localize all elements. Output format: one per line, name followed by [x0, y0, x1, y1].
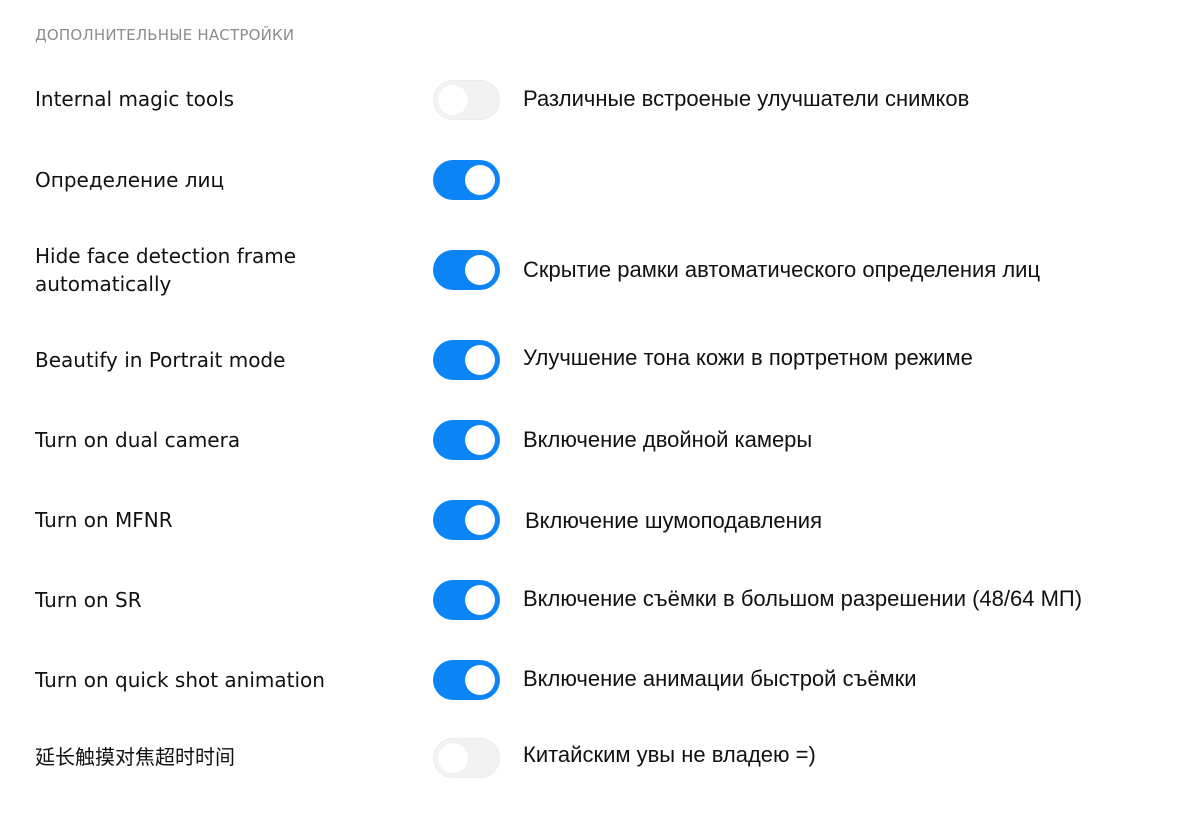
setting-label: Beautify in Portrait mode	[35, 348, 286, 372]
setting-row-hide-face-frame: Hide face detection frame automatically …	[0, 240, 1200, 300]
setting-description: Улучшение тона кожи в портретном режиме	[523, 345, 973, 370]
setting-label: Turn on dual camera	[35, 428, 241, 452]
toggle-beautify-portrait[interactable]	[433, 340, 500, 380]
toggle-face-detection[interactable]	[433, 160, 500, 200]
section-title: ДОПОЛНИТЕЛЬНЫЕ НАСТРОЙКИ	[35, 26, 295, 44]
setting-label: Hide face detection frame automatically	[35, 244, 297, 296]
toggle-dual-camera[interactable]	[433, 420, 500, 460]
toggle-knob	[465, 505, 495, 535]
setting-row-internal-magic-tools: Internal magic tools Различные встроеные…	[0, 70, 1200, 130]
toggle-mfnr[interactable]	[433, 500, 500, 540]
setting-description: Включение анимации быстрой съёмки	[523, 666, 917, 691]
toggle-knob	[438, 85, 468, 115]
setting-description: Включение двойной камеры	[523, 427, 813, 452]
setting-label: Turn on MFNR	[35, 508, 173, 532]
toggle-knob	[438, 743, 468, 773]
toggle-knob	[465, 255, 495, 285]
setting-description: Включение съёмки в большом разрешении (4…	[523, 586, 1083, 611]
toggle-knob	[465, 425, 495, 455]
setting-label: Internal magic tools	[35, 87, 235, 111]
setting-row-touch-focus-timeout: 延长触摸对焦超时时间 Китайским увы не владею =)	[0, 728, 1200, 788]
toggle-knob	[465, 165, 495, 195]
setting-label: Turn on SR	[35, 588, 142, 612]
setting-label: 延长触摸对焦超时时间	[35, 745, 235, 769]
setting-label: Turn on quick shot animation	[35, 668, 325, 692]
setting-row-dual-camera: Turn on dual camera Включение двойной ка…	[0, 410, 1200, 470]
setting-row-sr: Turn on SR Включение съёмки в большом ра…	[0, 570, 1200, 630]
setting-row-beautify-portrait: Beautify in Portrait mode Улучшение тона…	[0, 330, 1200, 390]
setting-row-face-detection: Определение лиц	[0, 150, 1200, 210]
setting-row-quick-shot-animation: Turn on quick shot animation Включение а…	[0, 650, 1200, 710]
toggle-knob	[465, 665, 495, 695]
setting-description: Скрытие рамки автоматического определени…	[523, 257, 1041, 282]
toggle-internal-magic-tools[interactable]	[433, 80, 500, 120]
toggle-knob	[465, 585, 495, 615]
toggle-quick-shot-animation[interactable]	[433, 660, 500, 700]
setting-description: Различные встроеные улучшатели снимков	[523, 86, 970, 111]
setting-description: Китайским увы не владею =)	[523, 742, 816, 767]
toggle-knob	[465, 345, 495, 375]
setting-row-mfnr: Turn on MFNR Включение шумоподавления	[0, 490, 1200, 550]
setting-label: Определение лиц	[35, 168, 225, 192]
setting-description: Включение шумоподавления	[525, 508, 822, 533]
toggle-touch-focus-timeout[interactable]	[433, 738, 500, 778]
toggle-hide-face-frame[interactable]	[433, 250, 500, 290]
toggle-sr[interactable]	[433, 580, 500, 620]
